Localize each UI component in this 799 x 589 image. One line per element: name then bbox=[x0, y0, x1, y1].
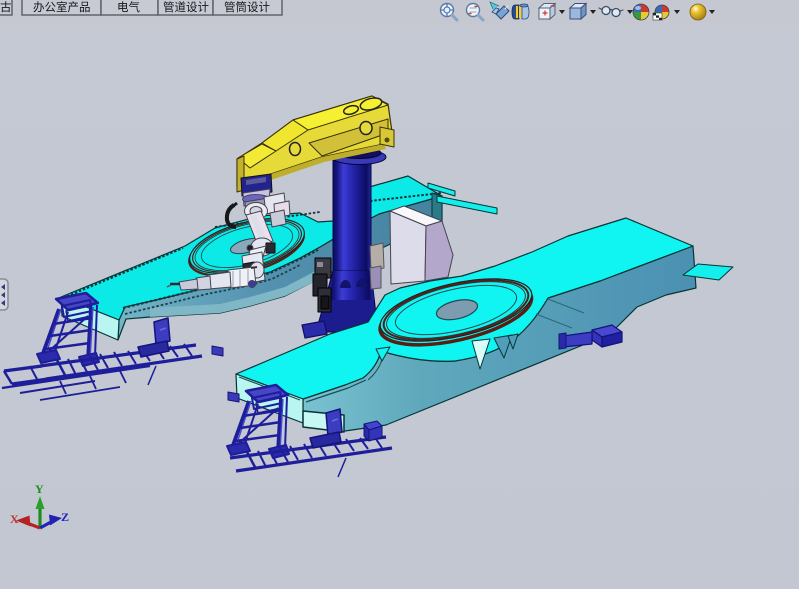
svg-text:Z: Z bbox=[61, 510, 69, 524]
svg-text:办公室产品: 办公室产品 bbox=[33, 0, 91, 14]
svg-text:管筒设计: 管筒设计 bbox=[224, 0, 270, 14]
svg-text:电气: 电气 bbox=[117, 0, 140, 14]
svg-text:管道设计: 管道设计 bbox=[163, 0, 209, 14]
svg-text:Y: Y bbox=[35, 482, 44, 496]
svg-text:X: X bbox=[10, 512, 19, 526]
svg-text:古: 古 bbox=[0, 0, 12, 14]
